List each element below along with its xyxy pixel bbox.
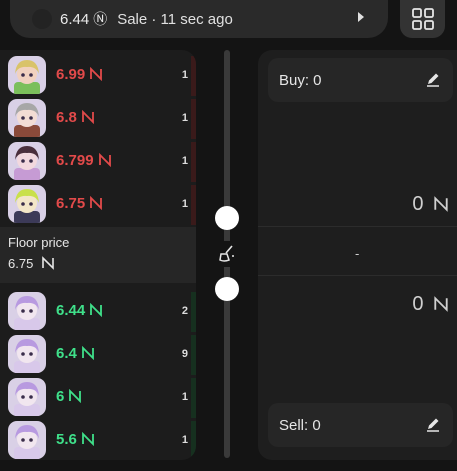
edit-icon[interactable] [425, 416, 441, 432]
sell-order-box[interactable]: Sell: 0 [268, 403, 453, 447]
last-sale-ticker[interactable]: 6.44 Ⓝ Sale · 11 sec ago [10, 0, 388, 38]
edit-icon[interactable] [425, 71, 441, 87]
near-icon [434, 196, 448, 212]
near-icon [434, 296, 448, 312]
ask-depth-bar [191, 185, 196, 225]
ask-quantity: 1 [181, 69, 188, 81]
bid-order-row[interactable]: 61 [0, 376, 196, 418]
ask-price: 6.799 [56, 152, 112, 169]
grid-view-button[interactable] [400, 0, 445, 38]
bid-order-row[interactable]: 6.4 9 [0, 333, 196, 375]
buy-label: Buy: 0 [279, 71, 322, 89]
slider-upper-handle[interactable] [215, 206, 239, 230]
ask-price: 6.99 [56, 66, 103, 83]
ask-depth-bar [191, 99, 196, 139]
slider-lower-handle[interactable] [215, 277, 239, 301]
near-icon [81, 346, 94, 360]
near-icon [69, 389, 82, 403]
bid-quantity: 9 [181, 348, 188, 360]
ask-depth-bar [191, 142, 196, 182]
nft-avatar [8, 99, 46, 137]
near-icon [42, 256, 54, 270]
buy-amount: 0 [412, 193, 449, 216]
near-icon [90, 303, 103, 317]
last-sale-price: 6.44 [60, 10, 90, 28]
bid-price: 6 [56, 388, 82, 405]
nft-avatar [8, 335, 46, 373]
bid-order-row[interactable]: 6.44 2 [0, 290, 196, 332]
floor-price-value: 6.75 [8, 256, 196, 271]
bid-price: 5.6 [56, 431, 95, 448]
bid-depth-bar [191, 378, 196, 418]
buy-order-box[interactable]: Buy: 0 [268, 58, 453, 102]
bid-depth-bar [191, 335, 196, 375]
bid-price: 6.4 [56, 345, 95, 362]
bid-quantity: 2 [181, 305, 188, 317]
ask-order-row[interactable]: 6.75 1 [0, 183, 196, 225]
nft-avatar [8, 142, 46, 180]
near-icon [90, 196, 103, 210]
near-icon [90, 67, 103, 81]
near-icon [98, 153, 111, 167]
sell-amount: 0 [412, 293, 449, 316]
sell-label: Sell: 0 [279, 416, 321, 434]
bid-depth-bar [191, 292, 196, 332]
bid-depth-bar [191, 421, 196, 460]
ask-price: 6.75 [56, 195, 103, 212]
near-icon: Ⓝ [93, 11, 108, 27]
ask-order-row[interactable]: 6.8 1 [0, 97, 196, 139]
ask-quantity: 1 [181, 155, 188, 167]
ask-order-row[interactable]: 6.799 1 [0, 140, 196, 182]
collection-thumbnail [32, 9, 52, 29]
ask-quantity: 1 [181, 112, 188, 124]
nft-avatar [8, 378, 46, 416]
nft-avatar [8, 56, 46, 94]
divider [258, 275, 457, 276]
last-sale-event: Sale · 11 sec ago [117, 10, 233, 28]
ask-depth-bar [191, 56, 196, 96]
bid-price: 6.44 [56, 302, 103, 319]
near-icon [81, 432, 94, 446]
bid-quantity: 1 [181, 391, 188, 403]
play-icon[interactable] [358, 12, 364, 22]
nft-avatar [8, 185, 46, 223]
nft-avatar [8, 292, 46, 330]
ask-order-row[interactable]: 6.99 1 [0, 54, 196, 96]
spread-value: - [355, 246, 360, 261]
floor-price: Floor price 6.75 [0, 227, 196, 283]
ask-quantity: 1 [181, 198, 188, 210]
grid-icon [411, 8, 434, 30]
floor-price-label: Floor price [8, 235, 70, 250]
order-book: 6.99 1 6.8 1 6.799 1 6.75 1 Floor price 6.75 6.… [0, 50, 196, 460]
broom-icon[interactable] [214, 241, 240, 267]
nft-avatar [8, 421, 46, 459]
divider [258, 226, 457, 227]
ask-price: 6.8 [56, 109, 95, 126]
near-icon [81, 110, 94, 124]
bid-quantity: 1 [181, 434, 188, 446]
bid-order-row[interactable]: 5.6 1 [0, 419, 196, 460]
